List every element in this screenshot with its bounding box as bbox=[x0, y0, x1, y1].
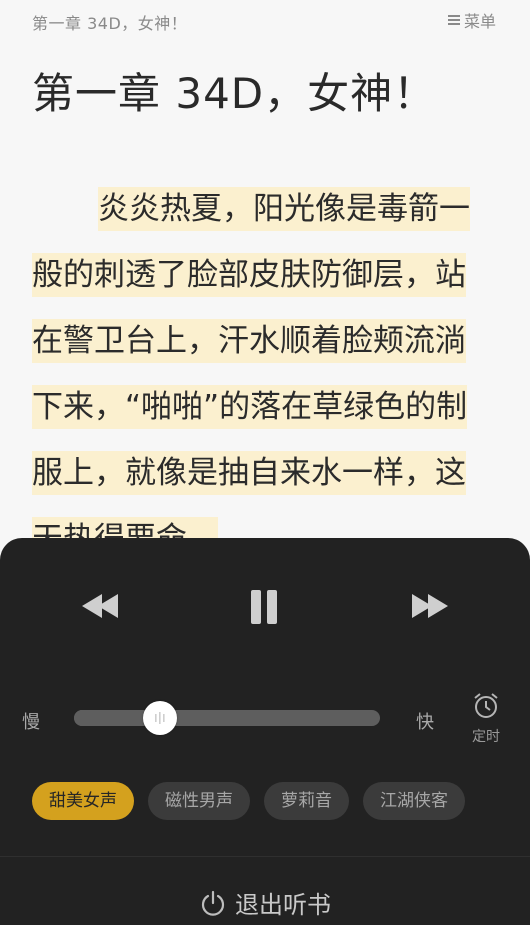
menu-label: 菜单 bbox=[463, 12, 496, 31]
voice-option[interactable]: 甜美女声 bbox=[32, 782, 134, 820]
speed-slider-thumb[interactable] bbox=[142, 701, 177, 735]
listen-panel: 慢 快 定时 甜美女声 磁性男声 萝莉音 江湖侠客 退出听书 bbox=[0, 538, 530, 925]
fast-forward-button[interactable] bbox=[404, 588, 452, 624]
speed-slider[interactable] bbox=[74, 701, 380, 735]
reader-header: 第一章 34D，女神！ 菜单 bbox=[32, 8, 496, 33]
voice-option[interactable]: 萝莉音 bbox=[264, 782, 349, 820]
header-chapter-title: 第一章 34D，女神！ bbox=[32, 14, 188, 33]
voice-option[interactable]: 磁性男声 bbox=[148, 782, 250, 820]
speed-fast-label: 快 bbox=[416, 712, 434, 733]
pause-icon bbox=[251, 590, 277, 624]
exit-listening-button[interactable]: 退出听书 bbox=[0, 885, 530, 920]
chapter-content: 炎炎热夏，阳光像是毒箭一 般的刺透了脸部皮肤防御层，站 在警卫台上，汗水顺着脸颊… bbox=[32, 176, 502, 572]
menu-button[interactable]: 菜单 bbox=[447, 8, 496, 32]
menu-icon bbox=[447, 15, 460, 25]
exit-label: 退出听书 bbox=[235, 891, 331, 919]
text-line: 炎炎热夏，阳光像是毒箭一 bbox=[32, 176, 502, 242]
text-line: 般的刺透了脸部皮肤防御层，站 bbox=[32, 242, 502, 308]
divider bbox=[0, 856, 530, 857]
rewind-button[interactable] bbox=[78, 588, 126, 624]
text-line: 服上，就像是抽自来水一样，这 bbox=[32, 440, 502, 506]
speed-slow-label: 慢 bbox=[22, 712, 40, 733]
text-line: 下来，“啪啪”的落在草绿色的制 bbox=[32, 374, 502, 440]
fast-forward-icon bbox=[412, 594, 448, 618]
text-line: 在警卫台上，汗水顺着脸颊流淌 bbox=[32, 308, 502, 374]
pause-button[interactable] bbox=[243, 588, 287, 628]
grip-icon bbox=[154, 712, 165, 724]
timer-label: 定时 bbox=[472, 729, 500, 745]
rewind-icon bbox=[82, 594, 118, 618]
chapter-title: 第一章 34D，女神！ bbox=[32, 69, 437, 118]
alarm-clock-icon bbox=[474, 693, 498, 718]
voice-options: 甜美女声 磁性男声 萝莉音 江湖侠客 bbox=[32, 782, 465, 820]
power-icon bbox=[201, 890, 225, 916]
voice-option[interactable]: 江湖侠客 bbox=[363, 782, 465, 820]
timer-button[interactable]: 定时 bbox=[468, 692, 504, 746]
